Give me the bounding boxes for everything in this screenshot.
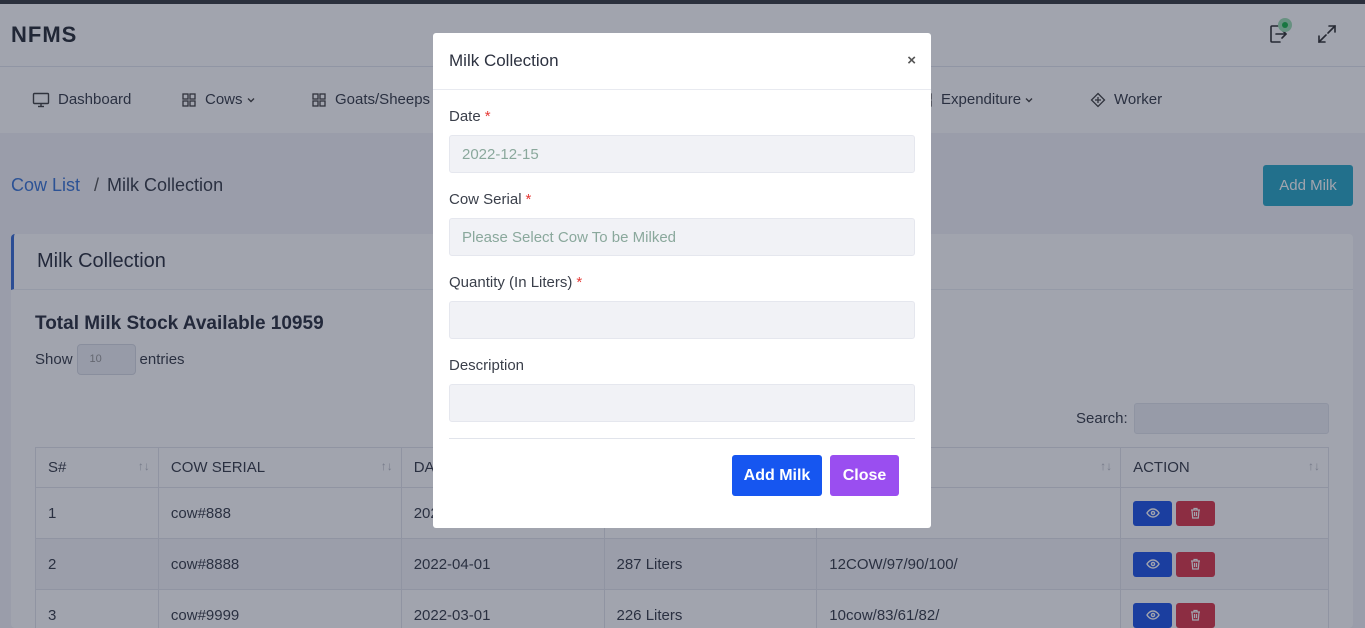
required-mark: * <box>525 191 532 208</box>
cow-serial-label-text: Cow Serial <box>449 191 522 208</box>
quantity-label-text: Quantity (In Liters) <box>449 274 573 291</box>
quantity-field[interactable] <box>449 301 915 339</box>
description-field[interactable] <box>449 384 915 422</box>
close-icon[interactable]: × <box>907 52 916 69</box>
date-label-text: Date <box>449 108 481 125</box>
required-mark: * <box>576 274 583 291</box>
modal-header: Milk Collection × <box>433 33 931 90</box>
description-label: Description <box>449 357 525 374</box>
quantity-label: Quantity (In Liters) * <box>449 274 582 291</box>
milk-collection-modal: Milk Collection × Date * 2022-12-15 Cow S… <box>433 33 931 528</box>
cow-serial-label: Cow Serial * <box>449 191 531 208</box>
modal-divider <box>449 438 915 439</box>
modal-add-milk-button[interactable]: Add Milk <box>732 455 822 496</box>
modal-close-button[interactable]: Close <box>830 455 899 496</box>
required-mark: * <box>484 108 491 125</box>
date-label: Date * <box>449 108 491 125</box>
cow-serial-select[interactable]: Please Select Cow To be Milked <box>449 218 915 256</box>
modal-title: Milk Collection <box>449 51 559 70</box>
date-field[interactable]: 2022-12-15 <box>449 135 915 173</box>
